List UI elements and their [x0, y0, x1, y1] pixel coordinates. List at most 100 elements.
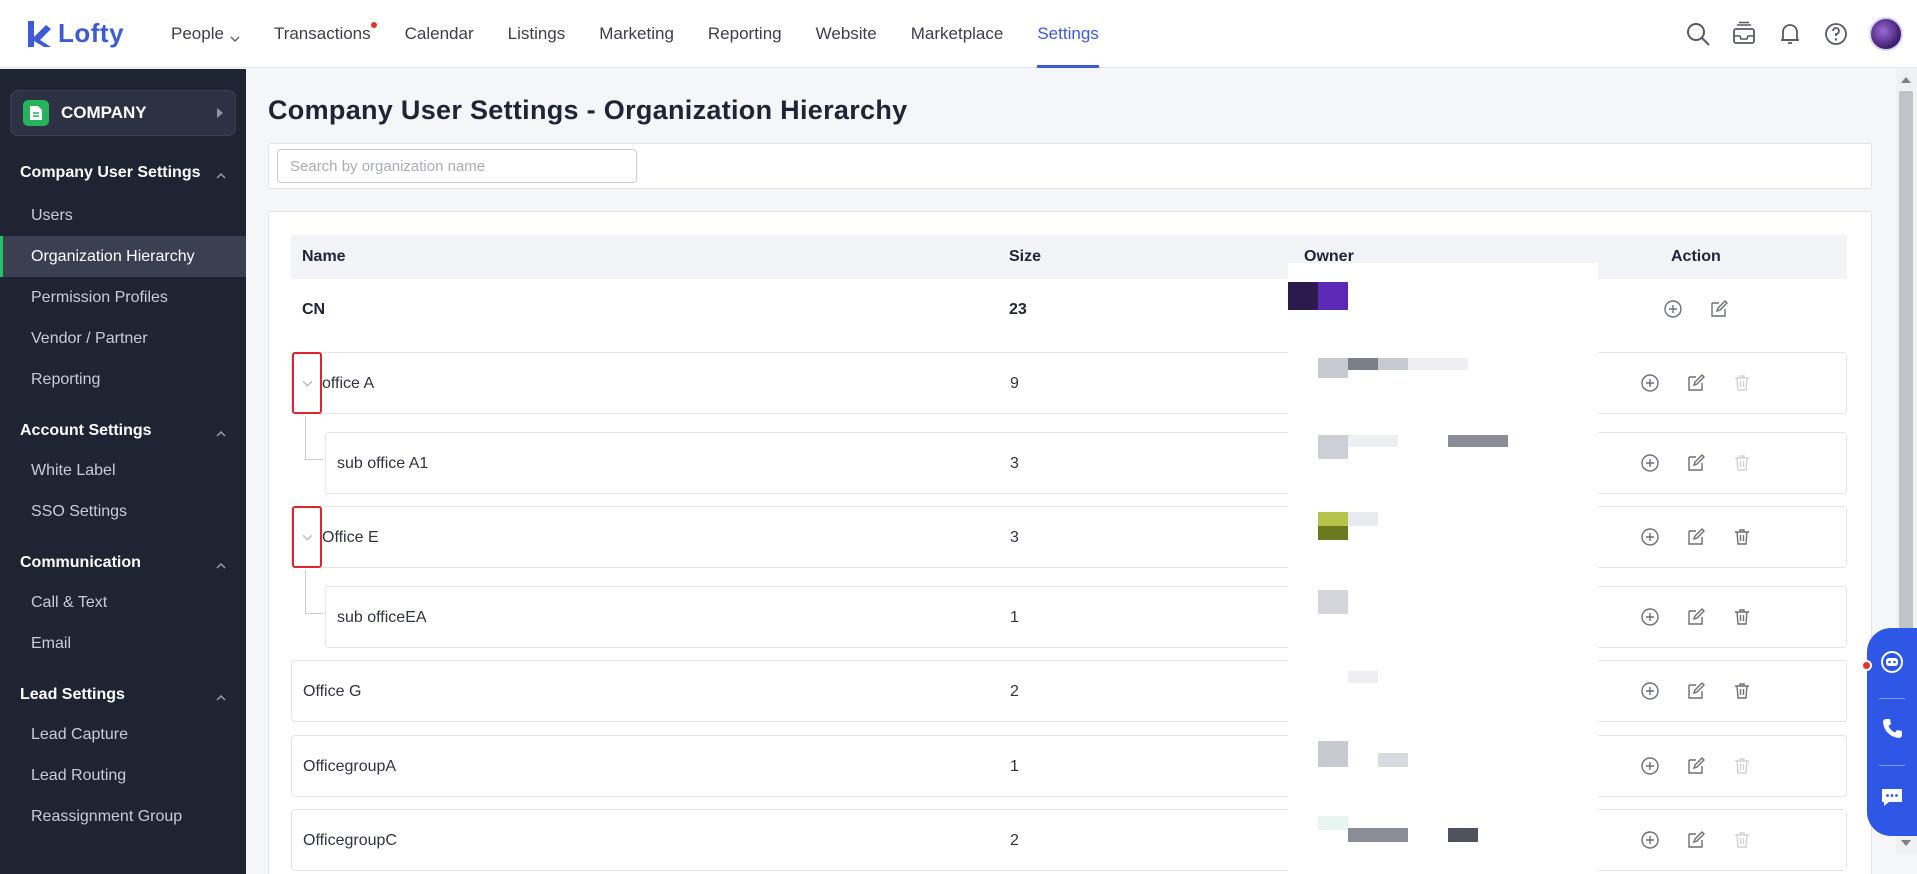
add-sub-organization-button[interactable] [1638, 679, 1662, 703]
nav-item-reporting[interactable]: Reporting [708, 0, 782, 68]
sidebar-item-label: Permission Profiles [31, 288, 168, 306]
expand-toggle[interactable] [292, 506, 322, 568]
redacted-avatar [1318, 282, 1348, 310]
redacted-owner [1348, 358, 1378, 370]
edit-organization-button[interactable] [1684, 679, 1708, 703]
nav-item-settings[interactable]: Settings [1037, 0, 1100, 68]
add-sub-organization-button[interactable] [1638, 605, 1662, 629]
nav-item-marketplace[interactable]: Marketplace [911, 0, 1004, 68]
redacted-owner [1348, 512, 1378, 526]
sidebar-item-label: Lead Capture [31, 725, 128, 743]
settings-sidebar: COMPANY Company User Settings Users Orga… [0, 69, 246, 874]
sidebar-item-lead-routing[interactable]: Lead Routing [0, 755, 246, 796]
sidebar-item-label: Call & Text [31, 593, 108, 611]
org-name: office A [322, 375, 375, 392]
column-header-name: Name [302, 248, 346, 265]
delete-organization-button[interactable] [1730, 679, 1754, 703]
add-sub-organization-button[interactable] [1661, 297, 1685, 321]
sidebar-item-call-text[interactable]: Call & Text [0, 582, 246, 623]
chevron-up-icon [216, 168, 226, 179]
company-document-icon [23, 100, 49, 126]
nav-item-calendar[interactable]: Calendar [405, 0, 474, 68]
help-icon[interactable] [1823, 21, 1849, 47]
chat-bot-icon[interactable] [1879, 649, 1905, 680]
redacted-owner [1348, 435, 1398, 447]
edit-organization-button[interactable] [1684, 828, 1708, 852]
org-size: 1 [1010, 758, 1019, 775]
section-account-settings[interactable]: Account Settings [0, 416, 246, 446]
organization-search-input[interactable] [277, 149, 637, 183]
add-sub-organization-button[interactable] [1638, 525, 1662, 549]
nav-item-people[interactable]: People [171, 0, 240, 68]
page-title: Company User Settings - Organization Hie… [268, 95, 908, 125]
sidebar-item-users[interactable]: Users [0, 195, 246, 236]
table-row: OfficegroupA 1 [291, 735, 1847, 797]
sidebar-item-email[interactable]: Email [0, 623, 246, 664]
nav-label: Settings [1037, 23, 1099, 43]
org-size: 3 [1010, 529, 1019, 546]
nav-item-transactions[interactable]: Transactions [274, 0, 377, 68]
scroll-up-icon[interactable] [1901, 77, 1911, 83]
redacted-owner [1448, 828, 1478, 842]
company-switcher-button[interactable]: COMPANY [10, 90, 236, 136]
organization-table-card: Name Size Owner Action CN 23 office A 9 [268, 211, 1872, 874]
nav-item-website[interactable]: Website [816, 0, 877, 68]
sidebar-item-lead-capture[interactable]: Lead Capture [0, 714, 246, 755]
sidebar-item-organization-hierarchy[interactable]: Organization Hierarchy [0, 236, 246, 277]
nav-item-listings[interactable]: Listings [508, 0, 566, 68]
add-sub-organization-button[interactable] [1638, 828, 1662, 852]
inbox-icon[interactable] [1731, 21, 1757, 47]
edit-organization-button[interactable] [1707, 297, 1731, 321]
delete-organization-button[interactable] [1730, 451, 1754, 475]
delete-organization-button[interactable] [1730, 371, 1754, 395]
nav-item-marketing[interactable]: Marketing [599, 0, 674, 68]
add-sub-organization-button[interactable] [1638, 451, 1662, 475]
edit-organization-button[interactable] [1684, 371, 1708, 395]
column-header-action: Action [1671, 248, 1721, 265]
redacted-owner [1408, 358, 1468, 370]
section-communication[interactable]: Communication [0, 548, 246, 578]
redacted-owner [1318, 512, 1348, 526]
sidebar-item-reassignment-group[interactable]: Reassignment Group [0, 796, 246, 837]
sidebar-item-label: Email [31, 634, 72, 652]
section-lead-settings[interactable]: Lead Settings [0, 680, 246, 710]
redacted-owner [1318, 526, 1348, 540]
bell-icon[interactable] [1777, 21, 1803, 47]
table-row: Office E 3 [291, 506, 1847, 568]
redacted-owner [1318, 435, 1348, 459]
lofty-logo[interactable]: Lofty [26, 18, 171, 49]
sidebar-item-vendor-partner[interactable]: Vendor / Partner [0, 318, 246, 359]
org-name: sub officeEA [337, 609, 427, 626]
owner-column-redacted [1288, 263, 1598, 874]
table-row: sub office A1 3 [325, 432, 1847, 494]
message-icon[interactable] [1879, 784, 1905, 815]
phone-icon[interactable] [1879, 716, 1905, 747]
section-company-user-settings[interactable]: Company User Settings [0, 158, 246, 188]
edit-organization-button[interactable] [1684, 451, 1708, 475]
sidebar-item-white-label[interactable]: White Label [0, 450, 246, 491]
scroll-down-icon[interactable] [1901, 840, 1911, 846]
search-icon[interactable] [1685, 21, 1711, 47]
company-label: COMPANY [61, 103, 147, 122]
nav-label: Reporting [707, 23, 782, 43]
delete-organization-button[interactable] [1730, 828, 1754, 852]
sidebar-item-reporting[interactable]: Reporting [0, 359, 246, 400]
add-sub-organization-button[interactable] [1638, 754, 1662, 778]
edit-organization-button[interactable] [1684, 754, 1708, 778]
table-row: Office G 2 [291, 660, 1847, 722]
sidebar-item-sso-settings[interactable]: SSO Settings [0, 491, 246, 532]
add-sub-organization-button[interactable] [1638, 371, 1662, 395]
sidebar-item-label: Reassignment Group [31, 807, 183, 825]
delete-organization-button[interactable] [1730, 754, 1754, 778]
delete-organization-button[interactable] [1730, 525, 1754, 549]
user-avatar[interactable] [1869, 17, 1903, 51]
sidebar-item-permission-profiles[interactable]: Permission Profiles [0, 277, 246, 318]
redacted-owner [1378, 753, 1408, 767]
redacted-owner [1318, 741, 1348, 767]
edit-organization-button[interactable] [1684, 605, 1708, 629]
expand-toggle[interactable] [292, 352, 322, 414]
edit-organization-button[interactable] [1684, 525, 1708, 549]
org-name: Office G [303, 683, 362, 700]
delete-organization-button[interactable] [1730, 605, 1754, 629]
sidebar-item-label: SSO Settings [31, 502, 128, 520]
